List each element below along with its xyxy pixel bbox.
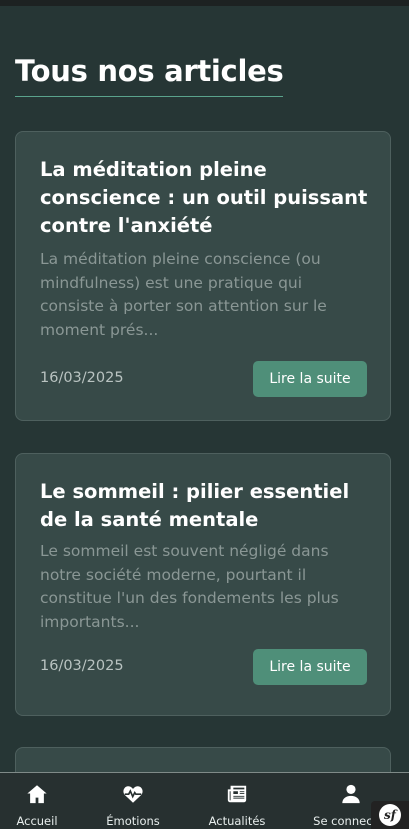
debug-toolbar-toggle[interactable]: sf xyxy=(371,801,409,829)
read-more-button[interactable]: Lire la suite xyxy=(253,649,367,685)
nav-label: Actualités xyxy=(208,814,266,828)
article-card: La méditation pleine conscience : un out… xyxy=(15,131,391,421)
home-icon xyxy=(27,785,47,804)
heartbeat-icon xyxy=(123,786,143,803)
nav-item-accueil[interactable]: Accueil xyxy=(0,783,82,828)
page-title: Tous nos articles xyxy=(15,54,284,97)
article-excerpt: La méditation pleine conscience (ou mind… xyxy=(40,250,327,339)
nav-label: Émotions xyxy=(106,814,160,828)
read-more-button[interactable]: Lire la suite xyxy=(253,361,367,397)
article-card: Le sommeil : pilier essentiel de la sant… xyxy=(15,453,391,716)
article-date: 16/03/2025 xyxy=(40,658,124,674)
article-date: 16/03/2025 xyxy=(40,370,124,386)
bottom-navigation: Accueil Émotions Actualités Se connecter xyxy=(0,772,409,829)
nav-item-emotions[interactable]: Émotions xyxy=(88,783,178,828)
symfony-logo-icon: sf xyxy=(379,804,401,826)
article-title[interactable]: Le sommeil : pilier essentiel de la sant… xyxy=(40,478,370,534)
article-title[interactable]: La méditation pleine conscience : un out… xyxy=(40,156,370,240)
articles-page: Tous nos articles La méditation pleine c… xyxy=(0,6,409,772)
newspaper-icon xyxy=(227,785,247,803)
user-icon xyxy=(342,784,360,804)
nav-label: Accueil xyxy=(16,814,58,828)
article-card-partial xyxy=(15,747,391,772)
article-excerpt: Le sommeil est souvent négligé dans notr… xyxy=(40,542,339,631)
nav-item-actualites[interactable]: Actualités xyxy=(192,783,282,828)
